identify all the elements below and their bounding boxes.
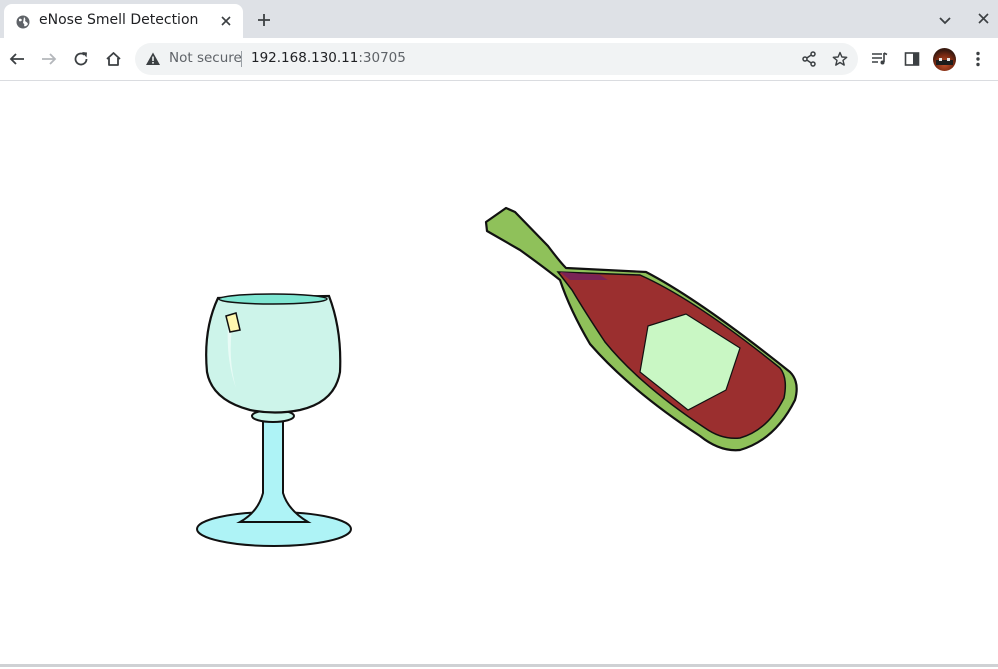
share-icon[interactable] xyxy=(799,49,819,69)
tab-enose[interactable]: eNose Smell Detection xyxy=(4,4,243,38)
wine-glass-image xyxy=(196,293,352,547)
media-queue-icon xyxy=(872,52,888,65)
browser-toolbar: Not secure 192.168.130.11:30705 xyxy=(0,38,998,81)
address-bar[interactable]: Not secure 192.168.130.11:30705 xyxy=(135,43,858,75)
media-controls-button[interactable] xyxy=(868,47,892,71)
back-button[interactable] xyxy=(5,47,29,71)
close-tab-icon[interactable] xyxy=(217,12,235,30)
browser-menu-button[interactable] xyxy=(966,47,990,71)
tab-strip: eNose Smell Detection xyxy=(0,0,998,38)
reload-icon xyxy=(74,52,88,66)
profile-avatar[interactable] xyxy=(933,48,956,71)
home-icon xyxy=(105,52,121,66)
side-panel-icon xyxy=(904,52,920,66)
forward-button[interactable] xyxy=(37,47,61,71)
new-tab-button[interactable] xyxy=(253,9,275,31)
reload-button[interactable] xyxy=(69,47,93,71)
kebab-menu-icon xyxy=(976,51,980,67)
arrow-left-icon xyxy=(9,53,24,65)
globe-icon xyxy=(16,14,30,29)
url-text[interactable]: 192.168.130.11:30705 xyxy=(251,50,406,66)
omnibox-divider xyxy=(241,51,242,67)
url-port: :30705 xyxy=(358,50,406,66)
home-button[interactable] xyxy=(101,47,125,71)
page-viewport xyxy=(0,81,998,665)
close-icon xyxy=(977,12,989,24)
side-panel-button[interactable] xyxy=(900,47,924,71)
url-host: 192.168.130.11 xyxy=(251,50,359,66)
chevron-down-icon xyxy=(939,17,951,25)
security-label[interactable]: Not secure xyxy=(169,50,242,66)
plus-icon xyxy=(258,14,270,26)
tab-search-button[interactable] xyxy=(934,10,956,32)
tab-title: eNose Smell Detection xyxy=(39,12,199,28)
bookmark-star-icon[interactable] xyxy=(830,49,850,69)
warning-icon[interactable] xyxy=(145,51,161,67)
arrow-right-icon xyxy=(42,53,57,65)
page-canvas xyxy=(196,206,798,547)
wine-bottle-image xyxy=(484,206,798,452)
window-close-button[interactable] xyxy=(972,7,994,29)
